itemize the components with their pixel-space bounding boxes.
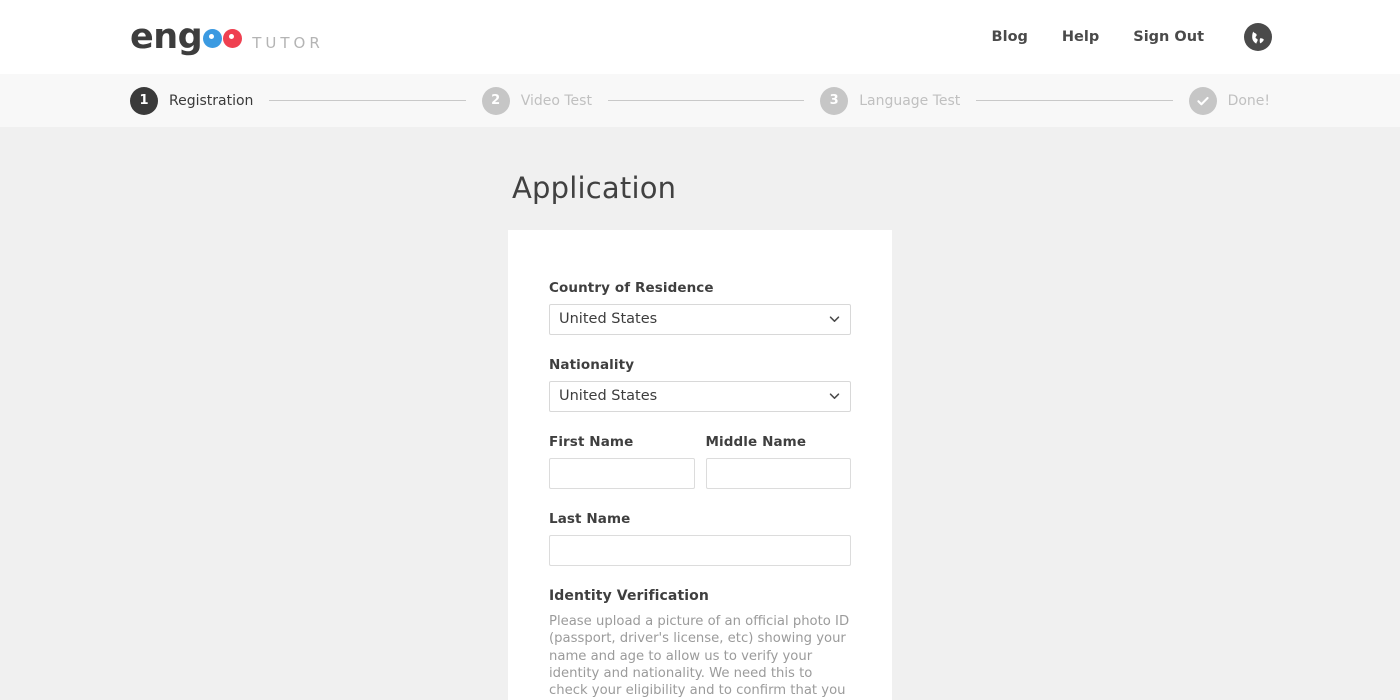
logo-wordmark: eng: [130, 16, 203, 57]
application-form-card: Country of Residence United States Natio…: [508, 230, 892, 700]
field-country-of-residence: Country of Residence United States: [549, 280, 851, 335]
step-1-marker: 1: [130, 86, 158, 115]
header-nav: Blog Help Sign Out: [992, 23, 1272, 51]
field-first-name: First Name: [549, 434, 695, 489]
label-middle-name: Middle Name: [705, 434, 807, 450]
progress-stepper: 1 Registration 2 Video Test 3 Language T…: [130, 86, 1271, 115]
globe-icon[interactable]: [1244, 23, 1272, 51]
step-4-label: Done!: [1227, 92, 1271, 109]
field-last-name: Last Name: [549, 511, 851, 566]
logo-suffix: TUTOR: [252, 33, 324, 52]
label-first-name: First Name: [549, 434, 634, 450]
step-language-test[interactable]: 3 Language Test: [820, 86, 961, 115]
engoo-tutor-logo[interactable]: eng TUTOR: [130, 16, 324, 57]
step-connector-3: [976, 100, 1173, 101]
check-icon: [1196, 96, 1209, 105]
nav-link-sign-out[interactable]: Sign Out: [1133, 29, 1204, 45]
main-content: Application Country of Residence United …: [0, 127, 1400, 700]
nationality-select[interactable]: United States: [549, 381, 851, 412]
field-middle-name: Middle Name: [705, 434, 851, 489]
label-nationality: Nationality: [549, 357, 635, 373]
step-2-label: Video Test: [520, 92, 592, 109]
nav-link-help[interactable]: Help: [1062, 29, 1099, 45]
step-3-marker: 3: [820, 86, 849, 115]
country-of-residence-select-wrap: United States: [549, 304, 851, 335]
step-2-marker: 2: [481, 86, 510, 115]
progress-stepper-band: 1 Registration 2 Video Test 3 Language T…: [0, 74, 1400, 127]
logo-circle-red-icon: [223, 28, 243, 48]
step-4-marker: [1188, 86, 1217, 115]
middle-name-input[interactable]: [705, 458, 851, 489]
label-country-of-residence: Country of Residence: [549, 280, 714, 296]
logo-circle-blue-icon: [203, 28, 223, 48]
nav-link-blog[interactable]: Blog: [992, 29, 1028, 45]
section-identity-verification: Identity Verification Please upload a pi…: [549, 588, 851, 700]
step-done[interactable]: Done!: [1188, 86, 1271, 115]
nationality-select-wrap: United States: [549, 381, 851, 412]
step-connector-2: [607, 100, 805, 101]
country-of-residence-select[interactable]: United States: [549, 304, 851, 335]
identity-verification-body: Please upload a picture of an official p…: [549, 614, 850, 699]
first-name-input[interactable]: [549, 458, 695, 489]
last-name-input[interactable]: [549, 535, 851, 566]
field-nationality: Nationality United States: [549, 357, 851, 412]
identity-verification-title: Identity Verification: [549, 588, 709, 604]
site-header: eng TUTOR Blog Help Sign Out: [0, 0, 1400, 74]
step-connector-1: [269, 100, 466, 101]
name-row: First Name Middle Name: [549, 434, 851, 489]
step-video-test[interactable]: 2 Video Test: [481, 86, 592, 115]
page-title: Application: [512, 171, 677, 205]
step-registration[interactable]: 1 Registration: [130, 86, 254, 115]
label-last-name: Last Name: [549, 511, 631, 527]
step-1-label: Registration: [169, 92, 254, 109]
step-3-label: Language Test: [859, 92, 961, 109]
